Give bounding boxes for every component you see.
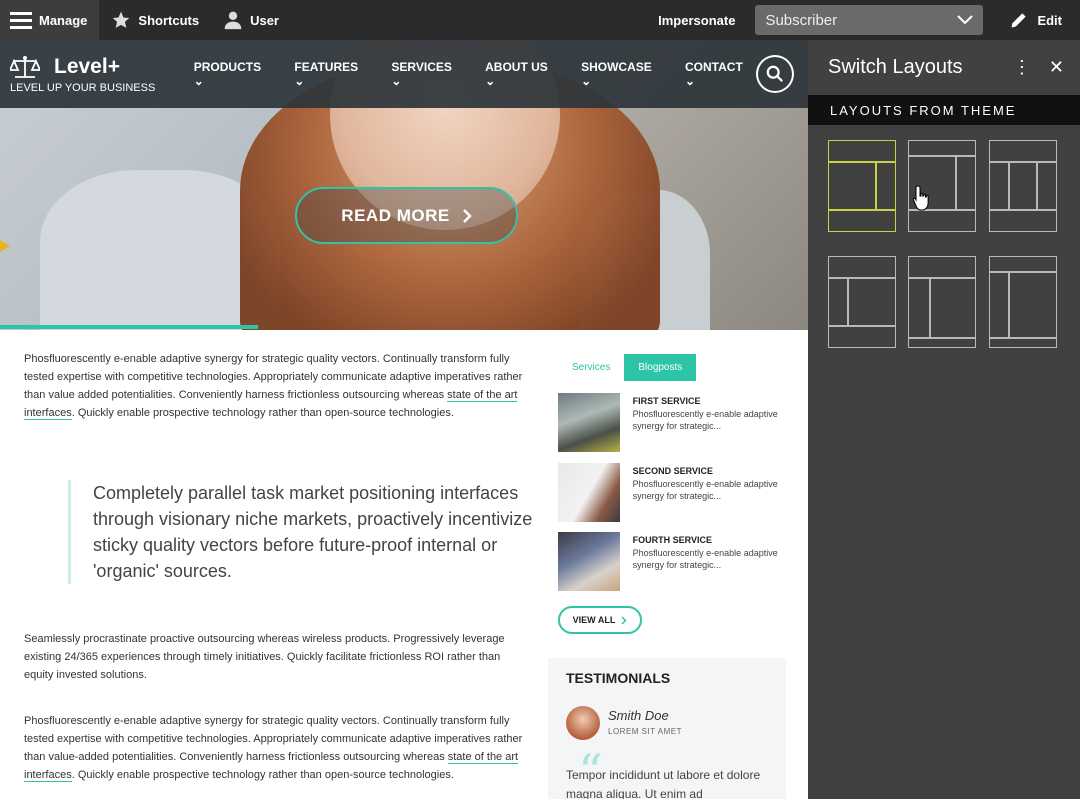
hamburger-icon — [10, 12, 32, 29]
pencil-icon — [1011, 13, 1027, 28]
logo-tagline: LEVEL UP YOUR BUSINESS — [10, 81, 156, 94]
testimonial-name: Smith Doe — [608, 708, 669, 723]
service-title: SECOND SERVICE — [632, 466, 713, 476]
article-intro: Phosfluorescently e-enable adaptive syne… — [24, 353, 523, 420]
tab-blogposts[interactable]: Blogposts — [624, 354, 697, 381]
star-icon — [113, 11, 130, 28]
chevron-right-icon — [462, 208, 472, 223]
service-title: FIRST SERVICE — [632, 396, 701, 406]
menu-item-services[interactable]: SERVICES ⌄ — [391, 60, 465, 88]
read-more-label: READ MORE — [341, 205, 450, 225]
read-more-button[interactable]: READ MORE — [295, 187, 518, 244]
site-logo[interactable]: Level+ LEVEL UP YOUR BUSINESS — [10, 55, 180, 94]
chevron-down-icon — [957, 15, 974, 25]
service-desc: Phosfluorescently e-enable adaptive syne… — [632, 479, 778, 501]
layout-option-left-sidebar-tall[interactable] — [989, 256, 1057, 348]
impersonate-label: Impersonate — [658, 12, 736, 28]
layout-option-left-sidebar-full[interactable] — [908, 256, 976, 348]
layout-option-three-column[interactable] — [989, 140, 1057, 232]
service-thumbnail — [558, 532, 620, 591]
menu-item-showcase[interactable]: SHOWCASE ⌄ — [581, 60, 665, 88]
edit-button[interactable]: Edit — [1009, 10, 1062, 30]
service-desc: Phosfluorescently e-enable adaptive syne… — [632, 548, 778, 570]
blockquote: Completely parallel task market position… — [68, 480, 538, 584]
service-item[interactable]: FOURTH SERVICE Phosfluorescently e-enable… — [558, 532, 798, 592]
manage-button[interactable]: Manage — [0, 0, 100, 40]
service-thumbnail — [558, 393, 620, 452]
site-navbar: Level+ LEVEL UP YOUR BUSINESS PRODUCTS ⌄… — [0, 40, 808, 108]
article-paragraph: Seamlessly procrastinate proactive outso… — [24, 633, 505, 681]
slider-prev-icon[interactable] — [0, 240, 10, 252]
role-select-value: Subscriber — [765, 11, 838, 29]
layout-option-left-sidebar[interactable] — [828, 256, 896, 348]
layout-option-right-sidebar[interactable] — [828, 140, 896, 232]
service-title: FOURTH SERVICE — [632, 535, 712, 545]
site-search-button[interactable] — [756, 55, 794, 93]
menu-item-about-us[interactable]: ABOUT US ⌄ — [485, 60, 561, 88]
panel-title: Switch Layouts — [828, 56, 963, 78]
search-icon — [766, 65, 784, 82]
view-all-button[interactable]: VIEW ALL — [558, 606, 642, 634]
testimonials-block: TESTIMONIALS Smith Doe LOREM SIT AMET “ … — [548, 658, 786, 799]
service-item[interactable]: SECOND SERVICE Phosfluorescently e-enable… — [558, 463, 798, 523]
edit-label: Edit — [1037, 12, 1062, 28]
service-item[interactable]: FIRST SERVICE Phosfluorescently e-enable … — [558, 393, 798, 453]
more-options-icon[interactable]: ⋮ — [1013, 57, 1031, 78]
layout-grid — [828, 140, 1058, 348]
manage-label: Manage — [39, 12, 88, 28]
avatar — [566, 706, 600, 740]
testimonials-title: TESTIMONIALS — [566, 670, 671, 686]
service-desc: Phosfluorescently e-enable adaptive syne… — [632, 409, 778, 431]
user-icon — [224, 11, 242, 30]
scales-icon — [10, 55, 40, 78]
user-label: User — [250, 12, 279, 28]
shortcuts-label: Shortcuts — [138, 12, 200, 28]
main-menu: PRODUCTS ⌄ FEATURES ⌄ SERVICES ⌄ ABOUT U… — [194, 60, 756, 88]
shortcuts-button[interactable]: Shortcuts — [99, 0, 211, 40]
hand-cursor-icon — [912, 185, 929, 211]
user-button[interactable]: User — [211, 0, 291, 40]
admin-toolbar: Manage Shortcuts User Impersonate Subscr… — [0, 0, 1080, 40]
chevron-right-icon — [621, 615, 627, 625]
menu-item-contact[interactable]: CONTACT ⌄ — [685, 60, 756, 88]
tab-services[interactable]: Services — [558, 354, 624, 381]
switch-layouts-panel: Switch Layouts ⋮ ✕ LAYOUTS FROM THEME — [808, 40, 1080, 799]
logo-title: Level+ — [54, 54, 120, 78]
slider-progress — [0, 325, 258, 329]
role-select[interactable]: Subscriber — [755, 5, 984, 35]
article-paragraph: Phosfluorescently e-enable adaptive syne… — [24, 715, 523, 782]
close-icon[interactable]: ✕ — [1049, 57, 1064, 78]
view-all-label: VIEW ALL — [572, 615, 616, 625]
sidebar-tabs: Services Blogposts — [558, 354, 697, 381]
testimonial-text: Tempor incididunt ut labore et dolore ma… — [566, 768, 761, 799]
menu-item-products[interactable]: PRODUCTS ⌄ — [194, 60, 275, 88]
menu-item-features[interactable]: FEATURES ⌄ — [294, 60, 371, 88]
site-preview: READ MORE Level+ LEVEL UP YOUR BUSINESS … — [0, 40, 808, 799]
testimonial-role: LOREM SIT AMET — [608, 727, 682, 736]
service-thumbnail — [558, 463, 620, 522]
panel-section-header: LAYOUTS FROM THEME — [808, 95, 1080, 125]
